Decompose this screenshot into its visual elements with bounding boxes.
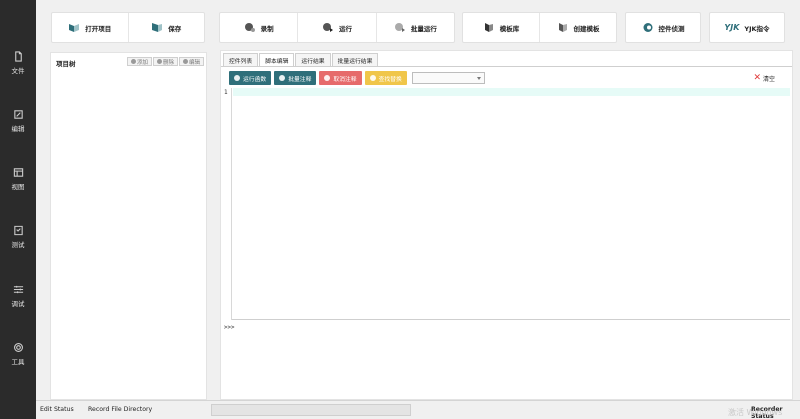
- yjk-command-button[interactable]: YJK YJK指令: [710, 13, 784, 42]
- current-line-highlight: [233, 88, 790, 96]
- template-icon: [484, 23, 493, 32]
- yjk-logo-icon: YJK: [724, 23, 740, 32]
- line-gutter: 1: [223, 88, 232, 320]
- editor-panel: 控件列表 脚本编辑 运行结果 批量运行结果 运行函数 批量注释 取消注释 查找替…: [220, 50, 793, 400]
- line-number: 1: [224, 89, 228, 96]
- tree-actions: 添加 删除 编辑: [126, 57, 204, 66]
- rail-item-label: 调试: [11, 300, 25, 308]
- detect-toolbar: 控件侦测: [625, 12, 701, 43]
- find-replace-button[interactable]: 查找替换: [364, 71, 407, 85]
- save-button[interactable]: 保存: [127, 13, 205, 42]
- view-icon: [13, 168, 23, 177]
- clear-button[interactable]: ✕ 清空: [753, 73, 775, 84]
- rail-item-label: 测试: [11, 241, 25, 249]
- create-template-button[interactable]: 创建模板: [539, 13, 616, 42]
- template-toolbar: 模板库 创建模板: [462, 12, 617, 43]
- comment-icon: [279, 75, 286, 81]
- script-editor[interactable]: 1: [223, 88, 790, 320]
- batch-run-button[interactable]: 批量运行: [375, 13, 454, 42]
- editor-tabs: 控件列表 脚本编辑 运行结果 批量运行结果: [223, 53, 379, 66]
- plus-icon: [130, 59, 136, 64]
- batch-run-icon: [394, 23, 405, 32]
- batch-comment-button[interactable]: 批量注释: [274, 71, 317, 85]
- gear-icon: [182, 59, 188, 64]
- sliders-icon: [13, 285, 23, 294]
- rail-item-edit[interactable]: 编辑: [0, 103, 36, 139]
- tab-control-list[interactable]: 控件列表: [223, 53, 259, 66]
- uncomment-icon: [324, 75, 331, 81]
- template-library-button[interactable]: 模板库: [463, 13, 539, 42]
- project-toolbar: 打开项目 保存: [51, 12, 205, 43]
- chevron-down-icon: [476, 77, 481, 80]
- edit-status: Edit Status: [40, 406, 74, 413]
- delete-node-button[interactable]: 删除: [152, 57, 178, 66]
- tab-script-edit[interactable]: 脚本编辑: [259, 53, 295, 66]
- status-bar: Edit Status Record File Directory Record…: [36, 400, 800, 419]
- detect-icon: [643, 23, 652, 32]
- control-detect-button[interactable]: 控件侦测: [626, 13, 700, 42]
- function-select[interactable]: [411, 72, 485, 84]
- status-progress-bar: [211, 404, 411, 416]
- rail-item-test[interactable]: 测试: [0, 219, 36, 255]
- close-icon: ✕: [753, 73, 761, 83]
- rail-item-file[interactable]: 文件: [0, 45, 36, 81]
- run-button[interactable]: 运行: [297, 13, 375, 42]
- project-tree-title: 项目树: [56, 60, 76, 68]
- create-template-icon: [558, 23, 567, 32]
- edit-node-button[interactable]: 编辑: [178, 57, 204, 66]
- open-project-button[interactable]: 打开项目: [52, 13, 128, 42]
- rail-item-label: 工具: [11, 358, 25, 366]
- tab-batch-results[interactable]: 批量运行结果: [331, 53, 379, 66]
- script-actions: 运行函数 批量注释 取消注释 查找替换: [229, 71, 485, 85]
- tab-run-results[interactable]: 运行结果: [295, 53, 331, 66]
- run-icon: [322, 23, 333, 32]
- tab-divider: [221, 66, 792, 67]
- save-icon: [152, 23, 163, 32]
- project-tree-panel: 项目树 添加 删除 编辑: [50, 52, 207, 400]
- gear-icon: [13, 343, 23, 352]
- cancel-comment-button[interactable]: 取消注释: [319, 71, 362, 85]
- rail-item-view[interactable]: 视图: [0, 161, 36, 197]
- rocket-icon: [234, 75, 240, 81]
- rail-item-debug[interactable]: 调试: [0, 278, 36, 314]
- folder-open-icon: [69, 24, 80, 32]
- rail-item-label: 视图: [11, 183, 25, 191]
- record-button[interactable]: 录制: [220, 13, 297, 42]
- rail-item-label: 文件: [11, 67, 25, 75]
- search-icon: [369, 75, 376, 81]
- edit-icon: [13, 110, 23, 119]
- yjk-toolbar: YJK YJK指令: [709, 12, 785, 43]
- left-rail: 文件 编辑 视图 测试 调试 工具: [0, 0, 36, 419]
- rail-item-label: 编辑: [11, 125, 25, 133]
- record-toolbar: 录制 运行 批量运行: [219, 12, 455, 43]
- run-function-button[interactable]: 运行函数: [229, 71, 272, 85]
- record-file-directory: Record File Directory: [88, 406, 153, 413]
- minus-icon: [156, 59, 162, 64]
- test-icon: [13, 225, 23, 236]
- windows-watermark: 激活 Windows: [728, 408, 783, 417]
- file-icon: [14, 51, 22, 62]
- console-output[interactable]: >>>: [224, 325, 234, 331]
- rail-item-tools[interactable]: 工具: [0, 336, 36, 372]
- record-icon: [244, 23, 255, 32]
- add-node-button[interactable]: 添加: [126, 57, 152, 66]
